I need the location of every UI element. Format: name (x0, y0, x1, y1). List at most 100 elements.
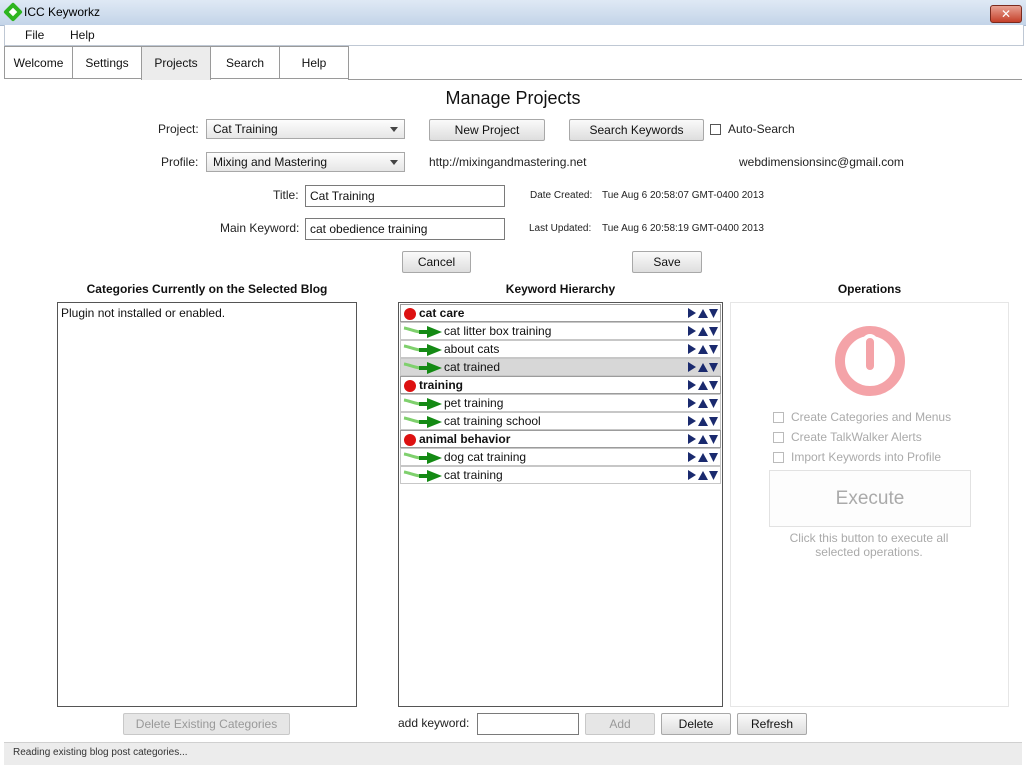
close-window-button[interactable]: ✕ (990, 5, 1022, 23)
tab-search[interactable]: Search (210, 46, 280, 79)
keyword-label: cat training school (444, 414, 541, 428)
keyword-label: dog cat training (444, 450, 527, 464)
keyword-row[interactable]: cat training school (400, 412, 721, 430)
profile-email: webdimensionsinc@gmail.com (739, 155, 904, 169)
keyword-label: pet training (444, 396, 504, 410)
create-categories-label: Create Categories and Menus (791, 410, 952, 424)
chevron-down-icon (390, 160, 398, 165)
create-categories-checkbox[interactable] (773, 412, 784, 423)
create-talkwalker-alerts-checkbox[interactable] (773, 432, 784, 443)
child-arrow-icon (403, 469, 443, 483)
add-keyword-input[interactable] (477, 713, 579, 735)
keyword-row[interactable]: pet training (400, 394, 721, 412)
keyword-hierarchy-heading: Keyword Hierarchy (505, 282, 616, 296)
tab-divider (348, 79, 1022, 80)
tab-welcome[interactable]: Welcome (4, 46, 73, 79)
tab-settings[interactable]: Settings (72, 46, 142, 79)
keyword-group-row[interactable]: cat care (400, 304, 721, 322)
keyword-label: cat training (444, 468, 503, 482)
tab-help[interactable]: Help (279, 46, 349, 79)
keyword-label: cat trained (444, 360, 501, 374)
last-updated-value: Tue Aug 6 20:58:19 GMT-0400 2013 (602, 223, 764, 234)
move-arrows-icon[interactable] (688, 468, 718, 482)
import-keywords-checkbox[interactable] (773, 452, 784, 463)
child-arrow-icon (403, 361, 443, 375)
main-keyword-input[interactable]: cat obedience training (305, 218, 505, 240)
child-arrow-icon (403, 325, 443, 339)
execute-hint: Click this button to execute all selecte… (789, 531, 949, 559)
categories-heading: Categories Currently on the Selected Blo… (86, 282, 328, 296)
menu-file[interactable]: File (25, 28, 44, 42)
power-icon (835, 326, 905, 396)
move-arrows-icon[interactable] (688, 342, 718, 356)
keyword-row[interactable]: dog cat training (400, 448, 721, 466)
project-label: Project: (158, 122, 199, 136)
profile-select-value: Mixing and Mastering (213, 155, 328, 169)
child-arrow-icon (403, 451, 443, 465)
title-bar: ICC Keyworkz ✕ (0, 0, 1026, 26)
menu-bar: File Help (4, 25, 1024, 46)
keyword-label: cat litter box training (444, 324, 552, 338)
import-keywords-label: Import Keywords into Profile (791, 450, 942, 464)
status-bar: Reading existing blog post categories... (4, 742, 1022, 765)
search-keywords-button[interactable]: Search Keywords (569, 119, 704, 141)
page-title: Manage Projects (445, 88, 581, 108)
operations-panel: Create Categories and Menus Create TalkW… (730, 302, 1009, 707)
main-keyword-label: Main Keyword: (220, 221, 300, 235)
move-arrows-icon[interactable] (688, 414, 718, 428)
keyword-label: cat care (419, 306, 465, 320)
project-select-value: Cat Training (213, 122, 278, 136)
save-button[interactable]: Save (632, 251, 702, 273)
move-arrows-icon[interactable] (688, 360, 718, 374)
tab-strip: Welcome Settings Projects Search Help (4, 46, 1022, 80)
date-created-value: Tue Aug 6 20:58:07 GMT-0400 2013 (602, 190, 764, 201)
group-bullet-icon (404, 308, 416, 320)
child-arrow-icon (403, 397, 443, 411)
cancel-button[interactable]: Cancel (402, 251, 471, 273)
title-label: Title: (273, 188, 299, 202)
new-project-button[interactable]: New Project (429, 119, 545, 141)
status-text: Reading existing blog post categories... (13, 747, 188, 758)
title-input[interactable]: Cat Training (305, 185, 505, 207)
child-arrow-icon (403, 415, 443, 429)
delete-existing-categories-button[interactable]: Delete Existing Categories (123, 713, 290, 735)
add-keyword-label: add keyword: (398, 716, 470, 730)
menu-help[interactable]: Help (70, 28, 95, 42)
refresh-button[interactable]: Refresh (737, 713, 807, 735)
keyword-row[interactable]: cat training (400, 466, 721, 484)
move-arrows-icon[interactable] (688, 306, 718, 320)
move-arrows-icon[interactable] (688, 378, 718, 392)
keyword-group-row[interactable]: animal behavior (400, 430, 721, 448)
tab-projects[interactable]: Projects (141, 46, 211, 80)
chevron-down-icon (390, 127, 398, 132)
move-arrows-icon[interactable] (688, 324, 718, 338)
execute-button[interactable]: Execute (769, 470, 971, 527)
child-arrow-icon (403, 343, 443, 357)
keyword-row[interactable]: about cats (400, 340, 721, 358)
keyword-label: about cats (444, 342, 500, 356)
keyword-label: training (419, 378, 463, 392)
keyword-row[interactable]: cat trained (400, 358, 721, 376)
keyword-row[interactable]: cat litter box training (400, 322, 721, 340)
move-arrows-icon[interactable] (688, 432, 718, 446)
group-bullet-icon (404, 380, 416, 392)
move-arrows-icon[interactable] (688, 396, 718, 410)
auto-search-label: Auto-Search (728, 122, 795, 136)
delete-keyword-button[interactable]: Delete (661, 713, 731, 735)
last-updated-label: Last Updated: (529, 223, 592, 234)
operations-heading: Operations (837, 282, 902, 296)
keyword-group-row[interactable]: training (400, 376, 721, 394)
profile-url: http://mixingandmastering.net (429, 155, 587, 169)
auto-search-checkbox[interactable] (710, 124, 721, 135)
categories-list[interactable]: Plugin not installed or enabled. (57, 302, 357, 707)
move-arrows-icon[interactable] (688, 450, 718, 464)
add-keyword-button[interactable]: Add (585, 713, 655, 735)
date-created-label: Date Created: (530, 190, 593, 201)
project-select[interactable]: Cat Training (206, 119, 405, 139)
profile-select[interactable]: Mixing and Mastering (206, 152, 405, 172)
create-talkwalker-alerts-label: Create TalkWalker Alerts (791, 430, 922, 444)
categories-message: Plugin not installed or enabled. (61, 306, 226, 320)
keyword-hierarchy-list[interactable]: cat care cat litter box training about cat… (398, 302, 723, 707)
window-title: ICC Keyworkz (24, 5, 101, 19)
group-bullet-icon (404, 434, 416, 446)
